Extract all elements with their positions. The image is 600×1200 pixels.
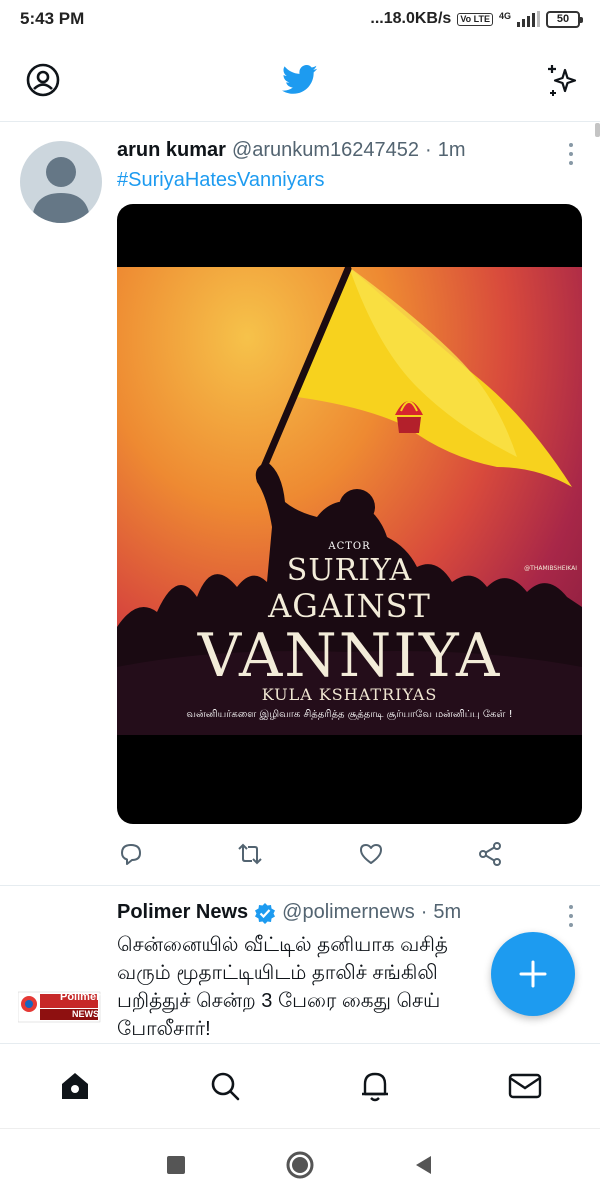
app-header — [0, 38, 600, 122]
poster-actor: ACTOR — [328, 541, 371, 552]
poster-line4: KULA KSHATRIYAS — [261, 685, 438, 704]
share-icon[interactable] — [472, 836, 508, 872]
tweet-media[interactable]: @THAMIBSHEIKAI ACTOR SURIYA AGAINST VANN… — [117, 204, 582, 824]
network-speed: ...18.0KB/s — [370, 10, 452, 27]
tweet-actions — [105, 836, 505, 872]
poster-line5: வன்னியர்களை இழிவாக சித்தரித்த சூத்தாடி ச… — [186, 709, 513, 720]
signal-icon — [517, 11, 540, 27]
home-icon[interactable] — [55, 1066, 95, 1106]
hashtag-link[interactable]: #SuriyaHatesVanniyars — [117, 169, 325, 192]
home-circle-icon[interactable] — [284, 1149, 316, 1181]
user-handle[interactable]: @arunkum16247452 — [232, 139, 419, 162]
profile-circle-icon[interactable] — [23, 60, 63, 100]
messages-icon[interactable] — [505, 1066, 545, 1106]
more-options-icon[interactable] — [566, 905, 576, 927]
verified-badge-icon — [254, 902, 276, 924]
tweet-time[interactable]: 5m — [433, 901, 461, 924]
tweet-time[interactable]: 1m — [438, 139, 466, 162]
status-indicators: ...18.0KB/s Vo LTE 4G 50 — [370, 10, 583, 28]
recents-square-icon[interactable] — [160, 1149, 192, 1181]
tweet-text-line: போலீசார்! — [117, 1018, 211, 1040]
plus-icon — [519, 960, 547, 988]
network-type: 4G — [498, 11, 511, 21]
back-triangle-icon[interactable] — [408, 1149, 440, 1181]
avatar[interactable]: Polimer NEWS — [18, 987, 102, 1027]
like-icon[interactable] — [353, 836, 389, 872]
retweet-icon[interactable] — [232, 836, 268, 872]
twitter-bird-icon[interactable] — [280, 60, 320, 100]
status-bar: 5:43 PM ...18.0KB/s Vo LTE 4G 50 — [0, 0, 600, 38]
more-options-icon[interactable] — [566, 143, 576, 165]
avatar[interactable] — [20, 141, 102, 223]
poster-line3: VANNIYA — [197, 621, 502, 691]
user-handle[interactable]: @polimernews — [282, 901, 415, 924]
bottom-navigation — [0, 1043, 600, 1127]
tweet[interactable]: arun kumar @arunkum16247452 · 1m #Suriya… — [0, 123, 600, 886]
avatar-text-top: Polimer — [60, 991, 101, 1003]
display-name[interactable]: arun kumar — [117, 139, 226, 162]
sparkle-icon[interactable] — [543, 60, 583, 100]
display-name[interactable]: Polimer News — [117, 901, 248, 924]
search-icon[interactable] — [205, 1066, 245, 1106]
poster-image: @THAMIBSHEIKAI ACTOR SURIYA AGAINST VANN… — [117, 267, 582, 735]
system-navigation-bar — [0, 1128, 600, 1200]
compose-tweet-button[interactable] — [491, 932, 575, 1016]
status-time: 5:43 PM — [20, 9, 85, 28]
meta-separator: · — [420, 901, 428, 923]
notifications-icon[interactable] — [355, 1066, 395, 1106]
meta-separator: · — [425, 139, 432, 161]
volte-badge: Vo LTE — [457, 12, 493, 26]
tweet-header: Polimer News @polimernews · 5m — [117, 901, 461, 924]
battery-level: 50 — [556, 12, 570, 25]
poster-line1: SURIYA — [286, 553, 413, 588]
reply-icon[interactable] — [113, 836, 149, 872]
timeline-feed[interactable]: arun kumar @arunkum16247452 · 1m #Suriya… — [0, 123, 600, 1043]
tweet-header: arun kumar @arunkum16247452 · 1m — [117, 139, 466, 162]
poster-line2: AGAINST — [268, 587, 431, 625]
avatar-text-bottom: NEWS — [72, 1009, 99, 1019]
battery-icon: 50 — [546, 10, 583, 28]
